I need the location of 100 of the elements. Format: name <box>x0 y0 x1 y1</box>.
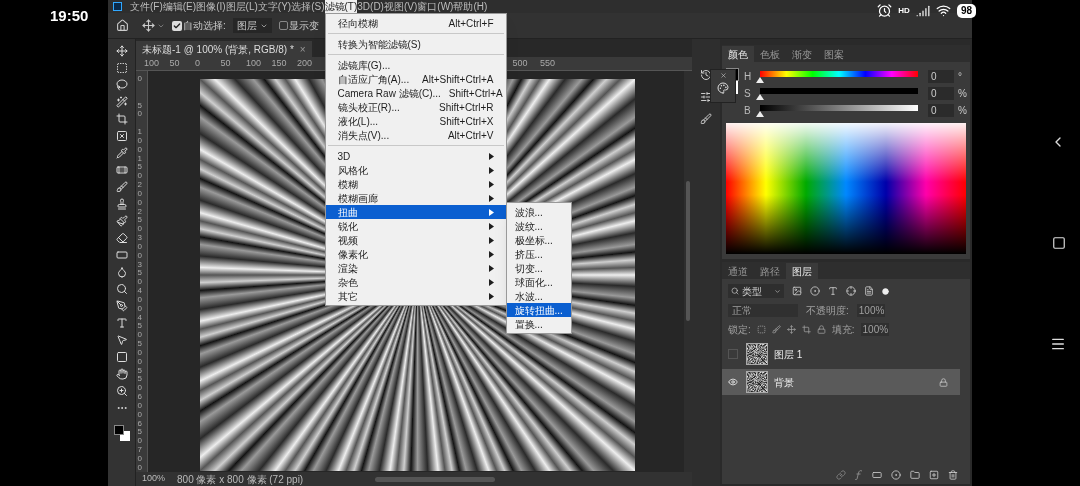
value-field[interactable]: 0 <box>928 104 954 117</box>
menu-item[interactable]: 水波... <box>506 289 571 303</box>
adjustments-icon[interactable] <box>700 91 712 103</box>
menu-item[interactable]: 液化(L)... Shift+Ctrl+X <box>325 114 506 128</box>
shape-filter-icon[interactable] <box>846 286 856 296</box>
wand-tool-icon[interactable] <box>115 96 128 108</box>
mask-icon[interactable] <box>872 470 882 480</box>
menu-bar-item[interactable]: 文件(F) <box>130 0 163 13</box>
value-field[interactable]: 0 <box>928 87 954 100</box>
image-filter-icon[interactable] <box>792 286 802 296</box>
menu-item[interactable]: 消失点(V)... Alt+Ctrl+V <box>325 128 506 142</box>
recents-icon[interactable] <box>1052 236 1066 250</box>
menu-item[interactable]: 3D <box>325 149 506 163</box>
menu-item[interactable]: 像素化 <box>325 247 506 261</box>
type-filter-icon[interactable] <box>828 286 838 296</box>
eraser-tool-icon[interactable] <box>115 232 128 244</box>
menu-item[interactable]: 旋转扭曲... <box>506 303 571 317</box>
drop-tool-icon[interactable] <box>115 266 128 278</box>
checkbox[interactable] <box>172 20 182 31</box>
value-field[interactable]: 0 <box>928 70 954 83</box>
gradient-tool-icon[interactable] <box>115 249 128 261</box>
menu-item[interactable]: 自适应广角(A)... Alt+Shift+Ctrl+A <box>325 72 506 86</box>
rectangle-tool-icon[interactable] <box>115 351 128 363</box>
move-tool-icon[interactable] <box>115 45 128 57</box>
menu-item[interactable]: 扭曲 <box>325 205 506 219</box>
menu-item[interactable]: 模糊画廊 <box>325 191 506 205</box>
filter-toggle-icon[interactable] <box>882 287 889 295</box>
hand-tool-icon[interactable] <box>115 368 128 380</box>
type-tool-icon[interactable] <box>115 317 128 329</box>
crop-tool-icon[interactable] <box>115 113 128 125</box>
move-tool-icon[interactable] <box>142 19 155 32</box>
zoom-tool-icon[interactable] <box>115 385 128 397</box>
adjustment-layer-icon[interactable] <box>891 470 901 480</box>
menu-item[interactable]: 视频 <box>325 233 506 247</box>
pointer-tool-icon[interactable] <box>115 334 128 346</box>
checkbox[interactable] <box>278 21 288 30</box>
paintbrush-tool-icon[interactable] <box>115 215 128 227</box>
panel-tab[interactable]: 渐变 <box>786 46 818 62</box>
menu-bar-item[interactable]: 3D(D) <box>357 0 384 13</box>
lasso-tool-icon[interactable] <box>115 79 128 91</box>
lock-all-icon[interactable] <box>816 325 826 334</box>
menu-item[interactable]: 模糊 <box>325 177 506 191</box>
panel-tab[interactable]: 颜色 <box>722 46 754 62</box>
palette-icon[interactable] <box>717 82 729 94</box>
menu-item[interactable]: 波浪... <box>506 205 571 219</box>
home-icon[interactable] <box>116 19 129 32</box>
panel-tab[interactable]: 图案 <box>818 46 850 62</box>
adjustment-filter-icon[interactable] <box>810 286 820 296</box>
bandage-tool-icon[interactable] <box>115 164 128 176</box>
menu-bar-item[interactable]: 文字(Y) <box>257 0 292 13</box>
new-layer-icon[interactable] <box>929 470 939 480</box>
menu-bar-item[interactable]: 选择(S) <box>291 0 325 13</box>
lock-position-icon[interactable] <box>786 325 796 334</box>
menu-item[interactable]: 镜头校正(R)... Shift+Ctrl+R <box>325 100 506 114</box>
menu-item[interactable]: 置换... <box>506 317 571 331</box>
menu-item[interactable]: 渲染 <box>325 261 506 275</box>
brush-tool-icon[interactable] <box>115 181 128 193</box>
marquee-tool-icon[interactable] <box>115 62 128 74</box>
lock-paint-icon[interactable] <box>771 325 781 334</box>
close-icon[interactable] <box>719 72 727 79</box>
menu-bar-item[interactable]: 帮助(H) <box>453 0 488 13</box>
color-swatches-icon[interactable] <box>726 68 738 94</box>
smart-object-filter-icon[interactable] <box>864 286 874 296</box>
slider-thumb[interactable] <box>756 93 764 100</box>
lock-artboard-icon[interactable] <box>801 325 811 334</box>
menu-item[interactable]: 球面化... <box>506 275 571 289</box>
menu-bar-item[interactable]: 图像(I) <box>196 0 226 13</box>
menu-item[interactable]: 杂色 <box>325 275 506 289</box>
target-dropdown[interactable]: 图层 <box>232 18 272 33</box>
eyedropper-tool-icon[interactable] <box>115 147 128 159</box>
slider-thumb[interactable] <box>756 110 764 117</box>
history-icon[interactable] <box>700 69 712 81</box>
menu-item[interactable]: 径向模糊 Alt+Ctrl+F <box>325 16 506 30</box>
stamp-tool-icon[interactable] <box>115 198 128 210</box>
lock-pixels-icon[interactable] <box>756 325 766 334</box>
menu-bar-item[interactable]: 视图(V) <box>383 0 418 13</box>
pen-tool-icon[interactable] <box>115 300 128 312</box>
menu-item[interactable]: 挤压... <box>506 247 571 261</box>
menu-item[interactable]: 其它 <box>325 289 506 303</box>
trash-icon[interactable] <box>948 470 958 480</box>
slider-thumb[interactable] <box>756 76 764 83</box>
menu-item[interactable]: 切变... <box>506 261 571 275</box>
menu-item[interactable]: 极坐标... <box>506 233 571 247</box>
color-swatches-icon[interactable] <box>113 425 130 441</box>
folder-icon[interactable] <box>910 470 920 480</box>
menu-item[interactable]: 锐化 <box>325 219 506 233</box>
brush-icon[interactable] <box>700 113 712 125</box>
dodge-tool-icon[interactable] <box>115 283 128 295</box>
menu-item[interactable]: 转换为智能滤镜(S) <box>325 37 506 51</box>
menu-item[interactable]: 波纹... <box>506 219 571 233</box>
panel-tab[interactable]: 色板 <box>754 46 786 62</box>
frame-tool-icon[interactable] <box>115 130 128 142</box>
color-spectrum[interactable] <box>726 123 966 254</box>
menu-icon[interactable] <box>1050 336 1066 352</box>
document-tab[interactable]: 未标题-1 @ 100% (背景, RGB/8) * × <box>136 41 312 57</box>
menu-item[interactable]: Camera Raw 滤镜(C)... Shift+Ctrl+A <box>325 86 506 100</box>
menu-bar-item[interactable]: 窗口(W) <box>417 0 454 13</box>
menu-item[interactable]: 滤镜库(G)... <box>325 58 506 72</box>
menu-bar-item[interactable]: 编辑(E) <box>162 0 197 13</box>
close-button[interactable]: × <box>299 41 306 57</box>
